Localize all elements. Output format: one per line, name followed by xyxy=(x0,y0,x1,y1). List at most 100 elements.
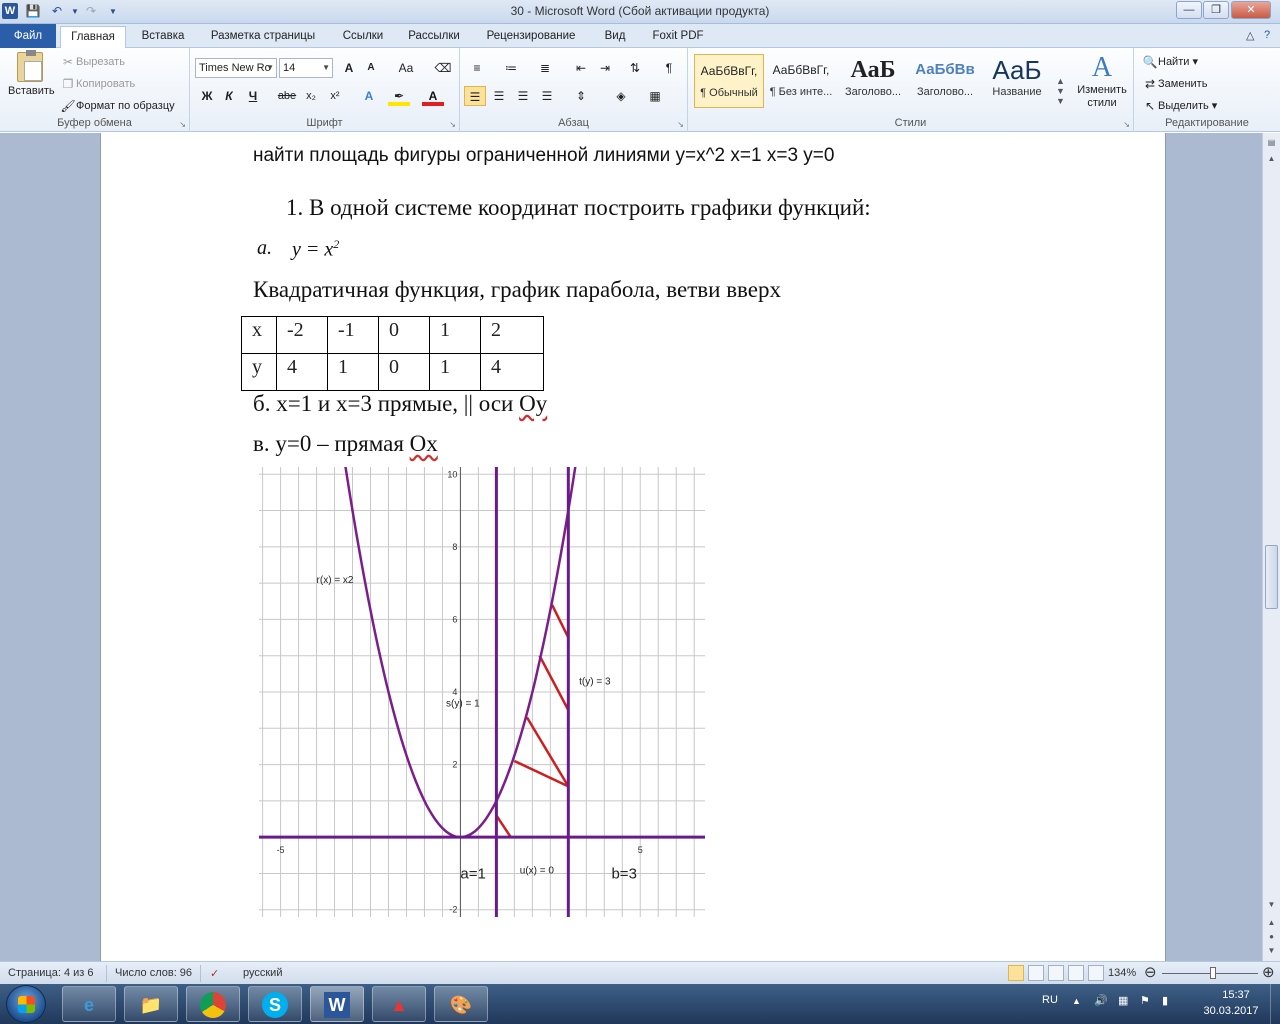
font-color-icon[interactable]: A xyxy=(422,86,444,106)
minimize-ribbon-icon[interactable]: △ xyxy=(1246,29,1254,42)
chrome-icon[interactable] xyxy=(186,986,240,1022)
help-icon[interactable]: ? xyxy=(1264,29,1270,41)
speaker-icon[interactable]: 🔊 xyxy=(1094,994,1108,1007)
shading-icon[interactable]: ◈ xyxy=(610,86,632,106)
web-layout-icon[interactable] xyxy=(1048,965,1064,981)
action-center-icon[interactable]: ⚑ xyxy=(1140,994,1150,1007)
clear-formatting-icon[interactable]: ⌫ xyxy=(432,58,454,78)
style-heading-1[interactable]: АаБ Заголово... xyxy=(838,54,908,108)
find-button[interactable]: 🔍Найти ▾ xyxy=(1142,54,1198,70)
font-launcher-icon[interactable]: ↘ xyxy=(449,120,456,129)
tab-references[interactable]: Ссылки xyxy=(334,26,392,48)
clock-date[interactable]: 30.03.2017 xyxy=(1198,1005,1264,1017)
outline-icon[interactable] xyxy=(1068,965,1084,981)
bold-button[interactable]: Ж xyxy=(196,86,218,106)
change-styles-button[interactable]: A Изменить стили xyxy=(1074,52,1130,110)
bullets-icon[interactable]: ≡ xyxy=(466,58,488,78)
skype-icon[interactable]: S xyxy=(248,986,302,1022)
show-desktop-button[interactable] xyxy=(1270,984,1280,1024)
restore-button[interactable]: ❐ xyxy=(1203,1,1229,19)
replace-button[interactable]: ⇄ Заменить xyxy=(1142,76,1207,92)
geogebra-icon[interactable]: ▲ xyxy=(372,986,426,1022)
vertical-scrollbar[interactable]: ▤ ▲ ▼ ▲ ● ▼ xyxy=(1262,133,1280,961)
style-heading-2[interactable]: АаБбВв Заголово... xyxy=(910,54,980,108)
tab-file[interactable]: Файл xyxy=(0,24,56,48)
show-marks-button[interactable]: ¶ xyxy=(658,58,680,78)
start-button[interactable] xyxy=(6,985,46,1023)
file-explorer-icon[interactable]: 📁 xyxy=(124,986,178,1022)
page-indicator[interactable]: Страница: 4 из 6 xyxy=(8,967,94,979)
shrink-font-button[interactable]: A xyxy=(360,58,382,78)
format-painter-button[interactable]: 🖌Формат по образцу xyxy=(60,98,174,114)
word-count[interactable]: Число слов: 96 xyxy=(115,967,192,979)
word-taskbar-icon[interactable]: W xyxy=(310,986,364,1022)
italic-button[interactable]: К xyxy=(218,86,240,106)
scroll-up-icon[interactable]: ▲ xyxy=(1264,151,1279,166)
tab-insert[interactable]: Вставка xyxy=(134,26,192,48)
paste-button[interactable]: Вставить xyxy=(8,50,55,110)
style-title[interactable]: АаБ Название xyxy=(982,54,1052,108)
proofing-icon[interactable]: ✓ xyxy=(210,967,219,980)
zoom-slider[interactable] xyxy=(1162,967,1258,979)
tab-page-layout[interactable]: Разметка страницы xyxy=(200,26,326,48)
print-layout-icon[interactable] xyxy=(1008,965,1024,981)
document-page[interactable]: найти площадь фигуры ограниченной линиям… xyxy=(100,133,1166,961)
clock-time[interactable]: 15:37 xyxy=(1206,989,1266,1001)
align-left-icon[interactable]: ☰ xyxy=(464,86,486,106)
cut-button[interactable]: ✂ Вырезать xyxy=(60,54,125,70)
zoom-in-icon[interactable]: ⊕ xyxy=(1262,963,1275,981)
zoom-slider-thumb[interactable] xyxy=(1210,967,1216,979)
zoom-out-icon[interactable]: ⊖ xyxy=(1144,963,1157,981)
align-center-icon[interactable]: ☰ xyxy=(488,86,510,106)
language-indicator[interactable]: русский xyxy=(243,967,282,979)
tab-home[interactable]: Главная xyxy=(60,26,126,49)
draft-icon[interactable] xyxy=(1088,965,1104,981)
grow-font-button[interactable]: A xyxy=(338,58,360,78)
align-right-icon[interactable]: ☰ xyxy=(512,86,534,106)
paragraph-launcher-icon[interactable]: ↘ xyxy=(677,120,684,129)
internet-explorer-icon[interactable]: e xyxy=(62,986,116,1022)
next-page-icon[interactable]: ▼ xyxy=(1264,943,1279,958)
justify-icon[interactable]: ☰ xyxy=(536,86,558,106)
ruler-toggle-icon[interactable]: ▤ xyxy=(1264,135,1279,150)
font-family-combo[interactable]: Times New Ro ▼ xyxy=(195,58,277,78)
tab-mailings[interactable]: Рассылки xyxy=(400,26,468,48)
highlight-icon[interactable]: ✒ xyxy=(388,86,410,106)
style-normal[interactable]: АаБбВвГг, ¶ Обычный xyxy=(694,54,764,108)
clipboard-launcher-icon[interactable]: ↘ xyxy=(179,120,186,129)
styles-scroll-icon[interactable]: ▲ ▼ ▼ xyxy=(1056,76,1065,106)
battery-icon[interactable]: ▮ xyxy=(1162,994,1168,1007)
network-icon[interactable]: ▦ xyxy=(1118,994,1128,1007)
font-size-combo[interactable]: 14 ▼ xyxy=(279,58,333,78)
paint-icon[interactable]: 🎨 xyxy=(434,986,488,1022)
full-screen-reading-icon[interactable] xyxy=(1028,965,1044,981)
underline-button[interactable]: Ч xyxy=(242,86,264,106)
close-button[interactable]: ✕ xyxy=(1231,1,1271,19)
tab-foxit-pdf[interactable]: Foxit PDF xyxy=(644,26,712,48)
borders-icon[interactable]: ▦ xyxy=(644,86,666,106)
function-graph[interactable]: 10 8 6 4 2 -2 -5 5 r(x) = x2 s(y) = 1 t(y) = 3 u(x)… xyxy=(259,467,705,917)
text-effects-icon[interactable]: A xyxy=(358,86,380,106)
tab-review[interactable]: Рецензирование xyxy=(476,26,586,48)
keyboard-language[interactable]: RU xyxy=(1042,994,1058,1006)
numbering-icon[interactable]: ≔ xyxy=(500,58,522,78)
scroll-down-icon[interactable]: ▼ xyxy=(1264,897,1279,912)
strikethrough-button[interactable]: abe xyxy=(276,86,298,106)
copy-button[interactable]: ❐ Копировать xyxy=(60,76,136,92)
styles-launcher-icon[interactable]: ↘ xyxy=(1123,120,1130,129)
zoom-level[interactable]: 134% xyxy=(1108,967,1136,979)
line-spacing-icon[interactable]: ⇕ xyxy=(570,86,592,106)
multilevel-list-icon[interactable]: ≣ xyxy=(534,58,556,78)
scroll-thumb[interactable] xyxy=(1265,545,1278,609)
tab-view[interactable]: Вид xyxy=(594,26,636,48)
change-case-button[interactable]: Aa xyxy=(392,58,420,78)
subscript-button[interactable]: x₂ xyxy=(300,86,322,106)
browse-object-icon[interactable]: ● xyxy=(1264,929,1279,944)
prev-page-icon[interactable]: ▲ xyxy=(1264,915,1279,930)
style-no-spacing[interactable]: АаБбВвГг, ¶ Без инте... xyxy=(766,54,836,108)
show-hidden-icons-icon[interactable]: ▲ xyxy=(1072,996,1081,1006)
select-button[interactable]: ↖ Выделить ▾ xyxy=(1142,98,1217,114)
increase-indent-icon[interactable]: ⇥ xyxy=(594,58,616,78)
sort-icon[interactable]: ⇅ xyxy=(624,58,646,78)
minimize-button[interactable]: — xyxy=(1176,1,1202,19)
